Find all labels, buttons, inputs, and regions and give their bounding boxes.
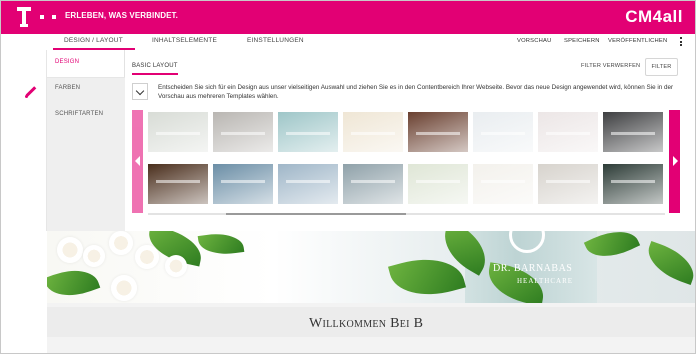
thumbnail-detail bbox=[416, 132, 460, 135]
thumbnail-detail bbox=[286, 132, 330, 135]
template-thumbnail[interactable] bbox=[408, 112, 468, 152]
thumbnail-detail bbox=[611, 132, 655, 135]
website-preview: DR. BARNABAS HEALTHCARE Willkommen Bei B bbox=[47, 231, 695, 353]
thumbnail-detail bbox=[416, 180, 460, 183]
flower-image bbox=[165, 255, 187, 277]
logo-dot-icon bbox=[52, 15, 56, 19]
template-carousel bbox=[132, 110, 680, 213]
left-tool-strip bbox=[1, 50, 47, 231]
template-thumbnail[interactable] bbox=[473, 112, 533, 152]
sidebar-item-design[interactable]: DESIGN bbox=[55, 59, 79, 65]
template-thumbnail[interactable] bbox=[343, 164, 403, 204]
chevron-left-icon bbox=[135, 156, 140, 166]
template-thumbnail[interactable] bbox=[603, 112, 663, 152]
thumbnail-detail bbox=[156, 132, 200, 135]
sidebar-item-farben[interactable]: FARBEN bbox=[55, 85, 80, 91]
preview-button[interactable]: VORSCHAU bbox=[517, 38, 551, 44]
carousel-scrollbar-thumb[interactable] bbox=[226, 213, 406, 215]
collapse-dropdown[interactable] bbox=[132, 83, 148, 100]
thumbnail-detail bbox=[156, 180, 200, 183]
template-thumbnail[interactable] bbox=[343, 112, 403, 152]
sidebar-item-schriftarten[interactable]: SCHRIFTARTEN bbox=[55, 111, 103, 117]
template-thumbnail[interactable] bbox=[148, 164, 208, 204]
template-thumbnail[interactable] bbox=[473, 164, 533, 204]
carousel-next-button[interactable] bbox=[669, 110, 680, 213]
bottle-sublabel: HEALTHCARE bbox=[517, 277, 574, 285]
leaf-image bbox=[197, 231, 245, 258]
chevron-down-icon bbox=[135, 86, 145, 96]
template-thumbnail[interactable] bbox=[278, 112, 338, 152]
thumbnail-detail bbox=[351, 180, 395, 183]
thumbnail-detail bbox=[351, 132, 395, 135]
bottle-label: DR. BARNABAS bbox=[493, 263, 573, 274]
header-slogan: ERLEBEN, WAS VERBINDET. bbox=[65, 11, 178, 20]
chevron-right-icon bbox=[673, 156, 678, 166]
flower-image bbox=[83, 245, 105, 267]
template-thumbnail[interactable] bbox=[408, 164, 468, 204]
tab-inhaltselemente[interactable]: INHALTSELEMENTE bbox=[152, 37, 217, 44]
flower-image bbox=[135, 245, 159, 269]
design-description: Entscheiden Sie sich für ein Design aus … bbox=[158, 84, 674, 100]
template-thumbnail[interactable] bbox=[148, 112, 208, 152]
logo-dot-icon bbox=[40, 15, 44, 19]
thumbnail-detail bbox=[611, 180, 655, 183]
template-thumbnail[interactable] bbox=[278, 164, 338, 204]
flower-image bbox=[111, 275, 137, 301]
publish-button[interactable]: VERÖFFENTLICHEN bbox=[608, 38, 667, 44]
hero-image: DR. BARNABAS HEALTHCARE bbox=[47, 231, 695, 303]
leaf-image bbox=[641, 240, 695, 286]
thumbnail-detail bbox=[286, 180, 330, 183]
basic-layout-indicator bbox=[132, 73, 178, 75]
divider bbox=[47, 77, 125, 78]
template-thumbnail[interactable] bbox=[603, 164, 663, 204]
thumbnail-detail bbox=[546, 132, 590, 135]
tab-einstellungen[interactable]: EINSTELLUNGEN bbox=[247, 37, 304, 44]
app-window: ERLEBEN, WAS VERBINDET. CM4all DESIGN / … bbox=[0, 0, 696, 354]
tab-design-layout[interactable]: DESIGN / LAYOUT bbox=[64, 37, 123, 44]
kebab-icon[interactable] bbox=[680, 37, 682, 46]
brand-logo: CM4all bbox=[625, 7, 683, 26]
template-thumbnail[interactable] bbox=[213, 112, 273, 152]
thumbnail-detail bbox=[221, 180, 265, 183]
thumbnail-detail bbox=[481, 132, 525, 135]
save-button[interactable]: SPEICHERN bbox=[564, 38, 600, 44]
template-thumbnail[interactable] bbox=[538, 164, 598, 204]
filter-button[interactable]: FILTER bbox=[645, 58, 678, 76]
thumbnail-detail bbox=[481, 180, 525, 183]
telekom-logo bbox=[17, 7, 31, 27]
side-panel-body bbox=[47, 77, 125, 231]
thumbnail-detail bbox=[221, 132, 265, 135]
top-bar: ERLEBEN, WAS VERBINDET. CM4all bbox=[1, 1, 695, 34]
carousel-prev-button[interactable] bbox=[132, 110, 143, 213]
thumbnail-detail bbox=[546, 180, 590, 183]
filter-reset-button[interactable]: FILTER VERWERFEN bbox=[581, 63, 640, 69]
welcome-heading: Willkommen Bei B bbox=[309, 316, 424, 331]
pen-tip-icon bbox=[25, 95, 28, 98]
template-thumbnail[interactable] bbox=[538, 112, 598, 152]
leaf-image bbox=[47, 261, 101, 303]
template-thumbnail[interactable] bbox=[213, 164, 273, 204]
flower-image bbox=[57, 237, 83, 263]
tab-basic-layout[interactable]: BASIC LAYOUT bbox=[132, 63, 178, 69]
flower-image bbox=[109, 231, 133, 255]
